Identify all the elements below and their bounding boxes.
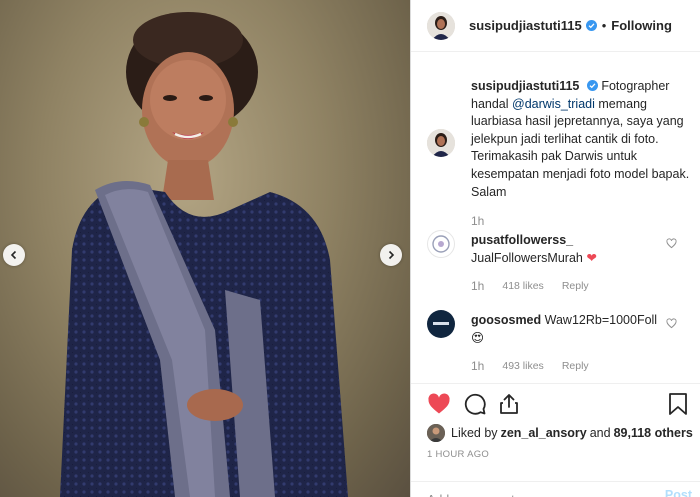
post-actions: Liked by zen_al_ansory and 89,118 others… [411, 383, 700, 497]
comment-meta: 1h 493 likes Reply [471, 358, 697, 376]
heart-eyes-emoji: 😍 [471, 330, 485, 345]
share-button[interactable] [497, 392, 521, 419]
comment-icon [464, 393, 486, 415]
caption-time: 1h [471, 214, 485, 229]
author-avatar[interactable] [427, 11, 455, 40]
share-icon [500, 394, 518, 414]
next-image-button[interactable] [380, 244, 402, 266]
comment-username[interactable]: pusatfollowerss_ [471, 233, 573, 247]
heart-icon [428, 393, 450, 414]
bookmark-icon [669, 393, 687, 415]
likes-and: and [589, 426, 611, 440]
action-icon-row [427, 392, 692, 420]
heart-outline-icon[interactable] [666, 238, 677, 249]
comment-body: pusatfollowerss_ JualFollowersMurah ❤ 1h… [471, 230, 697, 296]
post-timestamp: 1 HOUR AGO [427, 449, 490, 460]
likes-count[interactable]: 89,118 others [614, 426, 693, 440]
instagram-post: susipudjiastuti115 • Following susipudji… [0, 0, 700, 497]
comment-text: Waw12Rb=1000Foll [544, 313, 658, 327]
pusatfollowers-logo-icon [432, 235, 450, 253]
caption-body-end: memang luarbiasa hasil jepretannya, saya… [471, 96, 690, 199]
caption-mention-link[interactable]: @darwis_triadi [512, 97, 595, 111]
comment-item: pusatfollowerss_ JualFollowersMurah ❤ 1h… [427, 230, 697, 296]
post-photo[interactable] [0, 0, 410, 497]
likes-prefix: Liked by [451, 426, 498, 440]
commenter-avatar[interactable] [427, 230, 455, 258]
comment-time: 1h [471, 359, 485, 374]
heart-emoji: ❤ [586, 250, 597, 265]
comment-item: goososmed Waw12Rb=1000Foll 😍 1h 493 like… [427, 310, 697, 376]
like-button[interactable] [427, 392, 451, 419]
caption-text: susipudjiastuti115 Fotographer handal @d… [471, 78, 697, 231]
following-button[interactable]: Following [611, 18, 672, 33]
caption: susipudjiastuti115 Fotographer handal @d… [427, 78, 697, 231]
previous-image-button[interactable] [3, 244, 25, 266]
liker-avatar-image [427, 424, 445, 442]
reply-button[interactable]: Reply [562, 278, 589, 296]
verified-badge-icon [585, 20, 597, 31]
comment-likes[interactable]: 418 likes [502, 278, 543, 296]
header-separator: • [601, 18, 607, 33]
comment-time: 1h [471, 279, 485, 294]
chevron-left-icon [10, 250, 17, 260]
comment-button[interactable] [463, 392, 487, 419]
comment-meta: 1h 418 likes Reply [471, 278, 697, 296]
goososmed-logo-icon [433, 322, 449, 325]
post-side-panel: susipudjiastuti115 • Following susipudji… [411, 0, 700, 497]
portrait-image [60, 12, 348, 497]
comment-likes[interactable]: 493 likes [502, 358, 543, 376]
post-header: susipudjiastuti115 • Following [411, 0, 700, 52]
post-comment-button[interactable]: Post [665, 488, 692, 497]
chevron-right-icon [388, 250, 395, 260]
comment-text: JualFollowersMurah [471, 250, 583, 265]
liker-username[interactable]: zen_al_ansory [501, 426, 587, 440]
author-username[interactable]: susipudjiastuti115 [469, 18, 582, 33]
heart-outline-icon[interactable] [666, 318, 677, 329]
caption-username[interactable]: susipudjiastuti115 [471, 79, 579, 93]
caption-avatar[interactable] [427, 129, 455, 157]
comment-username[interactable]: goososmed [471, 313, 541, 327]
add-comment-bar: Post [411, 481, 700, 497]
reply-button[interactable]: Reply [562, 358, 589, 376]
comment-body: goososmed Waw12Rb=1000Foll 😍 1h 493 like… [471, 310, 697, 376]
verified-badge-icon [586, 80, 598, 91]
add-comment-input[interactable] [427, 488, 627, 497]
save-button[interactable] [667, 392, 689, 419]
likes-summary: Liked by zen_al_ansory and 89,118 others [427, 424, 693, 442]
caption-avatar-image [427, 129, 455, 157]
commenter-avatar[interactable] [427, 310, 455, 338]
liker-avatar[interactable] [427, 424, 445, 442]
author-avatar-image [427, 11, 455, 40]
